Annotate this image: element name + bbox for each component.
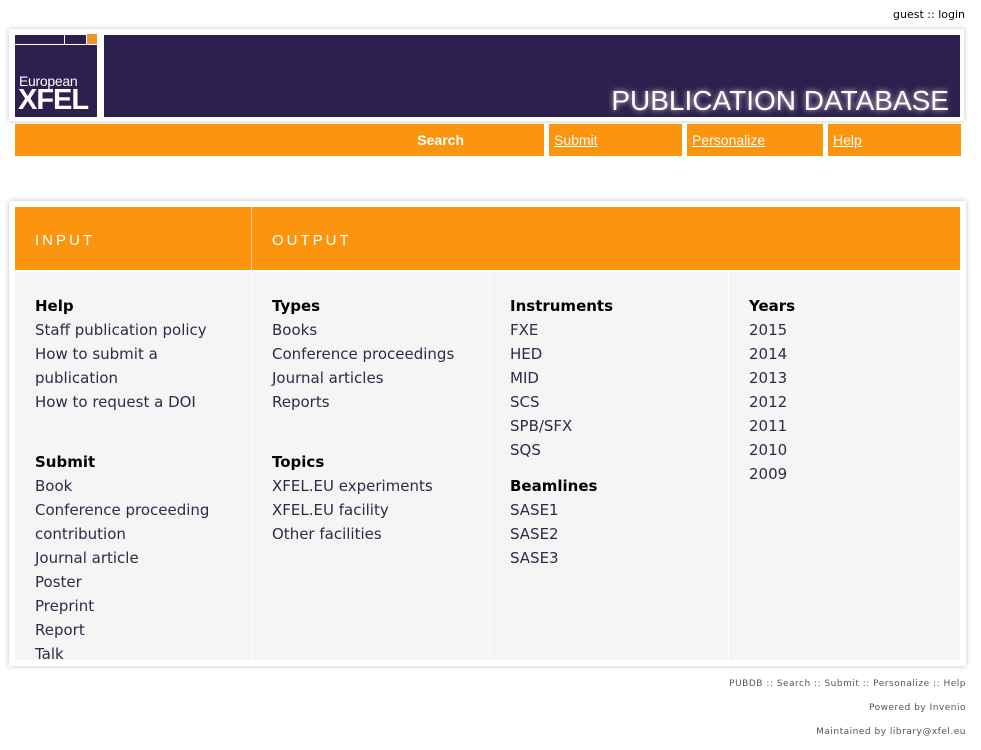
types-link-journal[interactable]: Journal articles xyxy=(272,366,482,390)
beamline-link-sase1[interactable]: SASE1 xyxy=(510,498,720,522)
types-link-conference[interactable]: Conference proceedings xyxy=(272,342,482,366)
site-title: PUBLICATION DATABASE xyxy=(611,85,949,116)
user-links: guest :: login xyxy=(893,8,965,21)
help-link-request-doi[interactable]: How to request a DOI xyxy=(35,390,245,414)
year-link-2009[interactable]: 2009 xyxy=(749,462,949,486)
panel-header-divider xyxy=(251,207,252,270)
types-link-books[interactable]: Books xyxy=(272,318,482,342)
user-separator: :: xyxy=(927,8,935,21)
submit-link-preprint[interactable]: Preprint xyxy=(35,594,245,618)
logo-text-xfel: XFEL xyxy=(18,84,89,116)
nav-submit[interactable]: Submit xyxy=(549,124,682,156)
help-heading: Help xyxy=(35,297,74,315)
logo-line xyxy=(64,34,65,45)
logo-line xyxy=(15,44,97,45)
instrument-link-scs[interactable]: SCS xyxy=(510,390,720,414)
topics-link-other[interactable]: Other facilities xyxy=(272,522,482,546)
nav-personalize[interactable]: Personalize xyxy=(687,124,823,156)
output-heading: OUTPUT xyxy=(272,232,352,249)
topics-heading: Topics xyxy=(272,453,325,471)
footer-maintainer[interactable]: Maintained by library@xfel.eu xyxy=(816,727,966,737)
submit-link-conference-cont[interactable]: contribution xyxy=(35,522,245,546)
help-link-how-to-submit[interactable]: How to submit a publication xyxy=(35,342,245,390)
years-column: Years 2015 2014 2013 2012 2011 2010 2009 xyxy=(749,294,949,486)
help-link-staff-policy[interactable]: Staff publication policy xyxy=(35,318,245,342)
instrument-link-hed[interactable]: HED xyxy=(510,342,720,366)
types-column: Types Books Conference proceedings Journ… xyxy=(272,294,482,546)
submit-link-poster[interactable]: Poster xyxy=(35,570,245,594)
submit-link-book[interactable]: Book xyxy=(35,474,245,498)
nav-submit-link[interactable]: Submit xyxy=(554,132,598,148)
submit-link-talk[interactable]: Talk xyxy=(35,642,245,666)
year-link-2012[interactable]: 2012 xyxy=(749,390,949,414)
instruments-heading: Instruments xyxy=(510,297,614,315)
column-divider xyxy=(728,272,729,660)
nav-help[interactable]: Help xyxy=(828,124,961,156)
header-banner: PUBLICATION DATABASE xyxy=(104,35,960,117)
submit-link-report[interactable]: Report xyxy=(35,618,245,642)
year-link-2015[interactable]: 2015 xyxy=(749,318,949,342)
login-link[interactable]: login xyxy=(938,8,965,21)
years-heading: Years xyxy=(749,297,796,315)
beamline-link-sase3[interactable]: SASE3 xyxy=(510,546,720,570)
topics-link-experiments[interactable]: XFEL.EU experiments xyxy=(272,474,482,498)
topics-link-facility[interactable]: XFEL.EU facility xyxy=(272,498,482,522)
panel-header xyxy=(15,207,960,270)
types-link-reports[interactable]: Reports xyxy=(272,390,482,414)
submit-heading: Submit xyxy=(35,453,96,471)
submit-link-journal-article[interactable]: Journal article xyxy=(35,546,245,570)
beamlines-heading: Beamlines xyxy=(510,477,598,495)
input-heading: INPUT xyxy=(35,232,95,249)
year-link-2014[interactable]: 2014 xyxy=(749,342,949,366)
nav-search-label[interactable]: Search xyxy=(417,132,464,148)
footer-links[interactable]: PUBDB :: Search :: Submit :: Personalize… xyxy=(729,679,966,689)
instrument-link-mid[interactable]: MID xyxy=(510,366,720,390)
year-link-2011[interactable]: 2011 xyxy=(749,414,949,438)
nav-personalize-link[interactable]: Personalize xyxy=(692,132,765,148)
nav-search[interactable]: Search xyxy=(15,124,544,156)
logo-orange-square xyxy=(87,34,97,44)
types-heading: Types xyxy=(272,297,321,315)
beamline-link-sase2[interactable]: SASE2 xyxy=(510,522,720,546)
instrument-link-sqs[interactable]: SQS xyxy=(510,438,720,462)
instrument-link-fxe[interactable]: FXE xyxy=(510,318,720,342)
guest-label: guest xyxy=(893,8,924,21)
instrument-link-spb-sfx[interactable]: SPB/SFX xyxy=(510,414,720,438)
column-divider xyxy=(251,272,252,660)
year-link-2013[interactable]: 2013 xyxy=(749,366,949,390)
input-column: Help Staff publication policy How to sub… xyxy=(35,294,245,666)
column-divider xyxy=(489,272,490,660)
submit-link-conference[interactable]: Conference proceeding xyxy=(35,498,245,522)
year-link-2010[interactable]: 2010 xyxy=(749,438,949,462)
footer-powered-by[interactable]: Powered by Invenio xyxy=(869,703,966,713)
nav-help-link[interactable]: Help xyxy=(833,132,862,148)
instruments-column: Instruments FXE HED MID SCS SPB/SFX SQS … xyxy=(510,294,720,570)
